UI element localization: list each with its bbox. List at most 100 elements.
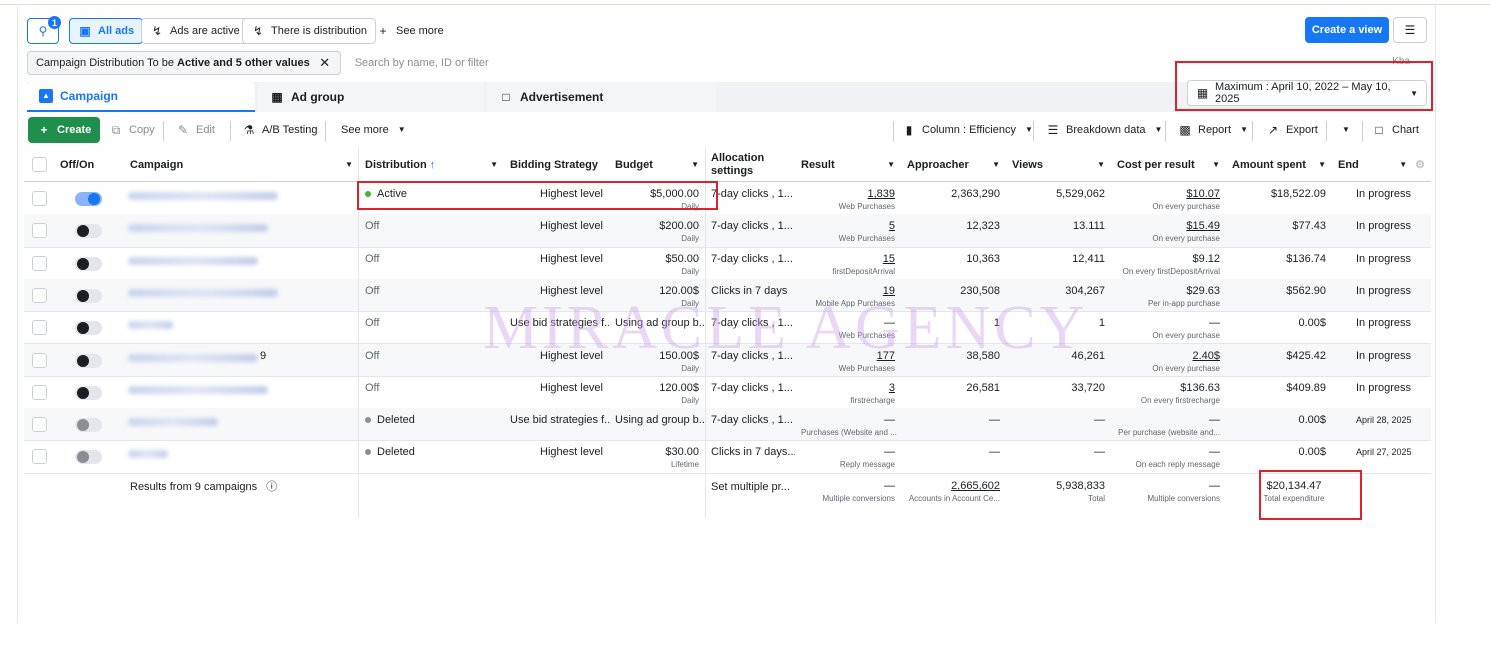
result-cell[interactable]: 19 Mobile App Purchases [795,279,901,309]
campaign-name-redacted[interactable] [128,450,168,459]
result-cell[interactable]: 5 Web Purchases [795,214,901,244]
columns-button[interactable]: ▮ Column : Efficiency ▼ [894,117,1044,143]
campaign-toggle[interactable] [75,385,102,400]
settings-icon[interactable]: ⚙ [1415,158,1425,171]
row-checkbox[interactable] [32,384,47,400]
view-settings-button[interactable]: ☰ [1393,17,1427,43]
select-all-checkbox[interactable] [32,157,47,172]
header-views[interactable]: Views ▼ [1006,148,1111,181]
header-budget[interactable]: Budget ▼ [609,148,705,181]
campaign-name-redacted[interactable] [128,321,173,330]
row-checkbox[interactable] [32,255,47,271]
cpr-cell[interactable]: $136.63 On every firstrecharge [1111,376,1226,406]
search-input[interactable]: Search by name, ID or filter [355,57,489,69]
cpr-cell[interactable]: $9.12 On every firstDepositArrival [1111,247,1226,277]
copy-button[interactable]: ⧉ Copy [101,117,163,143]
budget-cell[interactable]: Using ad group b... [609,408,705,427]
table-row[interactable]: Active Highest level $5,000.00 Daily 7-day c… [24,182,1431,216]
breakdown-button[interactable]: ☰ Breakdown data ▼ [1038,117,1174,143]
result-cell[interactable]: 3 firstrecharge [795,376,901,406]
header-allocation[interactable]: Allocation settings [705,148,788,181]
cpr-cell[interactable]: $29.63 Per in-app purchase [1111,279,1226,309]
budget-cell[interactable]: $50.00 Daily [609,247,705,277]
cpr-cell[interactable]: $15.49 On every purchase [1111,214,1226,244]
campaign-name-redacted[interactable] [128,418,218,427]
campaign-name-redacted[interactable] [128,256,258,265]
edit-button[interactable]: ✎ Edit [168,117,223,143]
header-cpr[interactable]: Cost per result ▼ [1111,148,1226,181]
campaign-toggle[interactable] [75,256,102,271]
see-more-views-button[interactable]: + See more [368,18,452,44]
distribution-filter-chip[interactable]: Campaign Distribution To be Active and 5… [27,51,341,75]
campaign-toggle[interactable] [75,450,102,465]
row-checkbox[interactable] [32,191,47,206]
result-cell[interactable]: — Purchases (Website and ... [795,408,901,438]
result-cell[interactable]: 15 firstDepositArrival [795,247,901,277]
campaign-name-redacted[interactable] [128,385,268,394]
row-checkbox[interactable] [32,287,47,303]
campaign-toggle[interactable] [75,353,102,368]
table-row[interactable]: 9 Off Highest level 150.00$ Daily 7-day click… [24,343,1431,377]
row-checkbox[interactable] [32,223,47,239]
create-button[interactable]: + Create [28,117,101,143]
header-spent[interactable]: Amount spent ▼ [1226,148,1332,181]
cpr-cell[interactable]: — Per purchase (website and... [1111,408,1226,438]
header-distribution[interactable]: Distribution ↑ ▼ [359,148,504,181]
campaign-toggle[interactable] [75,192,102,206]
campaign-toggle[interactable] [75,418,102,433]
table-row[interactable]: Off Highest level 120.00$ Daily Clicks in 7 … [24,278,1431,313]
header-onoff[interactable]: Off/On [54,148,124,181]
chart-button[interactable]: □ Chart [1364,117,1427,143]
info-icon[interactable]: ⓘ [266,481,277,493]
header-bidding[interactable]: Bidding Strategy [504,148,609,181]
budget-cell[interactable]: Using ad group b... [609,311,705,330]
table-row[interactable]: Off Highest level $50.00 Daily 7-day clicks … [24,247,1431,280]
result-cell[interactable]: 1,839 Web Purchases [795,182,901,212]
budget-cell[interactable]: $30.00 Lifetime [609,440,705,470]
create-view-button[interactable]: Create a view [1305,17,1389,43]
ab-testing-button[interactable]: ⚗ A/B Testing [234,117,325,143]
campaign-name-redacted[interactable] [128,288,278,297]
see-more-actions-button[interactable]: See more ▼ [333,117,417,143]
table-row[interactable]: Deleted Use bid strategies f... Using ad g… [24,408,1431,442]
report-button[interactable]: ▩ Report ▼ [1170,117,1259,143]
header-approacher[interactable]: Approacher ▼ [901,148,1006,181]
ads-active-filter[interactable]: ↯ Ads are active [141,18,249,44]
budget-cell[interactable]: $5,000.00 Daily [609,182,705,212]
tab-advertisement[interactable]: □ Advertisement [487,82,716,112]
tab-campaign[interactable]: ▲ Campaign [27,82,255,112]
header-result[interactable]: Result ▼ [795,148,901,181]
header-end[interactable]: End ▼ ⚙ [1332,148,1431,181]
budget-cell[interactable]: 120.00$ Daily [609,279,705,309]
result-cell[interactable]: — Web Purchases [795,311,901,341]
table-row[interactable]: Deleted Highest level $30.00 Lifetime Clicks… [24,440,1431,474]
table-row[interactable]: Off Highest level $200.00 Daily 7-day clicks… [24,214,1431,248]
campaign-toggle[interactable] [75,321,102,336]
campaign-name-redacted[interactable] [128,192,278,200]
tab-ad-group[interactable]: ▦ Ad group [258,82,484,112]
cpr-cell[interactable]: 2.40$ On every purchase [1111,344,1226,374]
distribution-filter[interactable]: ↯ There is distribution [242,18,376,44]
cpr-cell[interactable]: $10.07 On every purchase [1111,182,1226,212]
table-row[interactable]: Off Use bid strategies f... Using ad group… [24,311,1431,345]
cpr-cell[interactable]: — On every purchase [1111,311,1226,341]
result-cell[interactable]: — Reply message [795,440,901,470]
cpr-cell[interactable]: — On each reply message [1111,440,1226,470]
all-ads-button[interactable]: ▣ All ads [69,18,144,44]
budget-cell[interactable]: 150.00$ Daily [609,344,705,374]
row-checkbox[interactable] [32,320,47,336]
campaign-toggle[interactable] [75,224,102,239]
row-checkbox[interactable] [32,417,47,433]
budget-cell[interactable]: 120.00$ Daily [609,376,705,406]
export-button[interactable]: ↗ Export [1258,117,1326,143]
date-range-picker[interactable]: ▦ Maximum : April 10, 2022 – May 10, 202… [1187,80,1427,106]
row-checkbox[interactable] [32,449,47,465]
row-checkbox[interactable] [32,352,47,368]
campaign-name-redacted[interactable] [128,353,258,362]
campaign-name-redacted[interactable] [128,224,268,233]
budget-cell[interactable]: $200.00 Daily [609,214,705,244]
header-campaign[interactable]: Campaign ▼ [124,148,359,181]
table-row[interactable]: Off Highest level 120.00$ Daily 7-day clicks… [24,376,1431,410]
result-cell[interactable]: 177 Web Purchases [795,344,901,374]
export-options-button[interactable]: ▼ [1331,117,1361,143]
